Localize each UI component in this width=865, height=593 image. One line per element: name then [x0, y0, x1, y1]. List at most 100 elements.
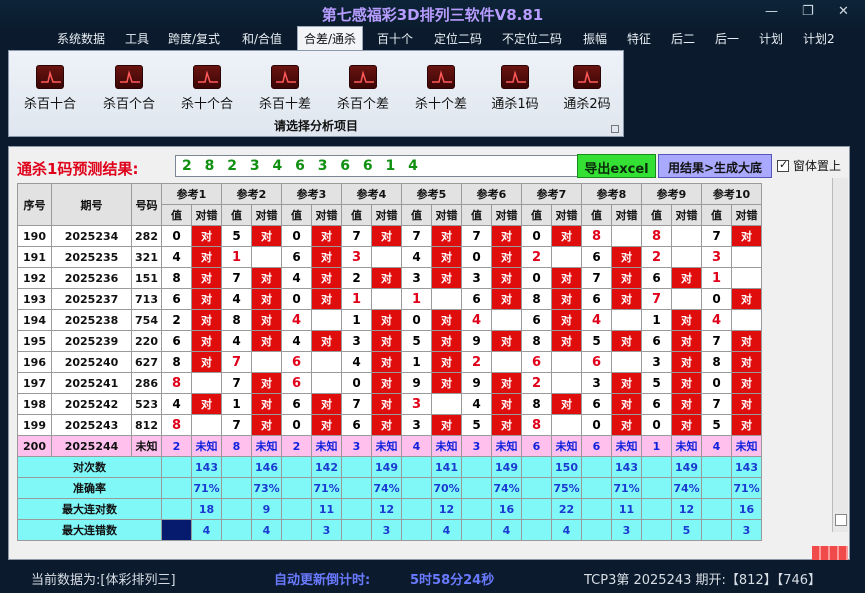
header-value: 值	[641, 204, 672, 226]
stats-value: 11	[611, 498, 642, 520]
kill-bai-ge-diff-button[interactable]: 杀百个差	[331, 65, 395, 112]
vertical-scrollbar[interactable]	[832, 178, 848, 532]
cell-value: 8	[521, 330, 552, 352]
cell-value: 0	[701, 372, 732, 394]
cell-value: 7	[221, 372, 252, 394]
export-excel-button[interactable]: 导出excel	[577, 154, 656, 178]
cell-value: 1	[641, 309, 672, 331]
stats-value: 5	[671, 519, 702, 541]
cell-miss	[431, 288, 462, 310]
kill-shi-ge-sum-button[interactable]: 杀十个合	[175, 65, 239, 112]
stats-spacer	[581, 498, 612, 520]
table-row[interactable]: 190 2025234 282 0 对 5 对 0 对 7 对 7 对 7 对 0 对 8 8 7 对	[17, 225, 762, 247]
table-row[interactable]: 195 2025239 220 6 对 4 对 4 对 3 对 5 对 9 对 8 对 5 对 6 对 7 对	[17, 330, 762, 352]
cell-value: 3	[401, 267, 432, 289]
menu-bai-shi-ge[interactable]: 百十个	[377, 30, 413, 47]
stats-value: 11	[311, 498, 342, 520]
cell-hit-badge: 对	[491, 393, 522, 415]
kill-bai-shi-diff-button[interactable]: 杀百十差	[253, 65, 317, 112]
minimize-icon[interactable]: —	[765, 4, 778, 19]
menu-fixed-two[interactable]: 定位二码	[434, 30, 482, 47]
current-row[interactable]: 200 2025244 未知 2 未知 8 未知 2 未知 3 未知 4 未知 3 未知 6 未知 6 未知 1 未知 4…	[17, 435, 762, 457]
menu-sum[interactable]: 和/合值	[242, 30, 282, 47]
menu-last-two[interactable]: 后二	[671, 30, 695, 47]
stats-value: 4	[251, 519, 282, 541]
scrollbar-thumb[interactable]	[835, 514, 847, 526]
menu-tools[interactable]: 工具	[125, 30, 149, 47]
row-code: 220	[131, 330, 162, 352]
cell-miss	[431, 393, 462, 415]
header-ref-4: 参考4	[341, 183, 402, 205]
kill-bai-shi-sum-button[interactable]: 杀百十合	[18, 65, 82, 112]
row-issue: 2025235	[51, 246, 132, 268]
stats-value: 70%	[431, 477, 462, 499]
header-result: 对错	[311, 204, 342, 226]
cell-value: 0	[281, 288, 312, 310]
kill-shi-ge-diff-button[interactable]: 杀十个差	[409, 65, 473, 112]
stats-value: 71%	[731, 477, 762, 499]
stats-value: 3	[611, 519, 642, 541]
cell-hit-badge: 对	[371, 267, 402, 289]
table-row[interactable]: 198 2025242 523 4 对 1 对 6 对 7 对 3 4 对 8 对 6 对 6 对 7 对	[17, 393, 762, 415]
stats-spacer	[341, 519, 372, 541]
cell-value: 2	[161, 309, 192, 331]
dialog-launcher-icon[interactable]	[611, 125, 619, 133]
table-row[interactable]: 192 2025236 151 8 对 7 对 4 对 2 对 3 对 3 对 0 对 7 对 6 对 1	[17, 267, 762, 289]
header-ref-10: 参考10	[701, 183, 762, 205]
table-row[interactable]: 194 2025238 754 2 对 8 对 4 1 对 0 对 4 6 对 4 1 对 4	[17, 309, 762, 331]
stats-spacer	[161, 456, 192, 478]
generate-base-button[interactable]: 用结果>生成大底	[658, 154, 772, 178]
row-seq: 192	[17, 267, 52, 289]
header-result: 对错	[731, 204, 762, 226]
menu-amplitude[interactable]: 振幅	[583, 30, 607, 47]
menu-plan[interactable]: 计划	[759, 30, 783, 47]
cell-value: 7	[341, 225, 372, 247]
stats-value: 74%	[671, 477, 702, 499]
table-row[interactable]: 197 2025241 286 8 7 对 6 0 对 9 对 9 对 2 3 对 5 对 0 对	[17, 372, 762, 394]
close-icon[interactable]: ✕	[838, 4, 849, 19]
kill-bai-ge-sum-button[interactable]: 杀百个合	[97, 65, 161, 112]
table-row[interactable]: 193 2025237 713 6 对 4 对 0 对 1 1 6 对 8 对 6 对 7 0 对	[17, 288, 762, 310]
cell-value: 2	[461, 351, 492, 373]
header-ref-8: 参考8	[581, 183, 642, 205]
row-issue: 2025234	[51, 225, 132, 247]
cell-miss	[251, 351, 282, 373]
menu-unfixed-two[interactable]: 不定位二码	[502, 30, 562, 47]
stats-value: 141	[431, 456, 462, 478]
cell-value: 4	[581, 309, 612, 331]
cell-value: 1	[341, 309, 372, 331]
cell-value: 6	[461, 288, 492, 310]
cell-value: 4	[461, 309, 492, 331]
cell-value: 1	[401, 351, 432, 373]
cell-hit-badge: 对	[431, 309, 462, 331]
row-code: 321	[131, 246, 162, 268]
stats-spacer	[701, 477, 732, 499]
cell-miss	[191, 372, 222, 394]
current-value: 4	[401, 435, 432, 457]
cell-hit-badge: 对	[671, 267, 702, 289]
menu-plan2[interactable]: 计划2	[803, 30, 835, 47]
window-topmost-checkbox[interactable]: 窗体置上	[777, 157, 841, 174]
prediction-result-field[interactable]: 2 8 2 3 4 6 3 6 6 1 4	[175, 155, 578, 177]
row-seq: 193	[17, 288, 52, 310]
cell-hit-badge: 对	[671, 372, 702, 394]
kill-one-code-button[interactable]: 通杀1码	[483, 65, 547, 112]
menu-feature[interactable]: 特征	[627, 30, 651, 47]
menu-span[interactable]: 跨度/复式	[168, 30, 220, 47]
kill-two-code-button[interactable]: 通杀2码	[555, 65, 619, 112]
stats-spacer	[341, 477, 372, 499]
table-row[interactable]: 199 2025243 812 8 7 对 0 对 6 对 3 对 5 对 8 0 对 0 对 5 对	[17, 414, 762, 436]
table-row[interactable]: 191 2025235 321 4 对 1 6 对 3 4 对 0 对 2 6 对 2 3	[17, 246, 762, 268]
cell-hit-badge: 对	[311, 393, 342, 415]
menu-last-one[interactable]: 后一	[715, 30, 739, 47]
stats-spacer	[461, 456, 492, 478]
stats-spacer	[581, 519, 612, 541]
menu-system-data[interactable]: 系统数据	[57, 30, 105, 47]
row-issue: 2025241	[51, 372, 132, 394]
stats-row: 准确率 71% 73% 71% 74% 70% 74% 75% 71% 74% 71%	[17, 477, 762, 499]
table-row[interactable]: 196 2025240 627 8 对 7 6 4 对 1 对 2 6 6 3 对 8 对	[17, 351, 762, 373]
menu-sum-diff-kill[interactable]: 合差/通杀	[297, 26, 364, 50]
stats-row: 最大连对数 18 9 11 12 12 16 22 11 12 16	[17, 498, 762, 520]
restore-icon[interactable]: ❐	[802, 4, 814, 19]
cell-value: 7	[221, 267, 252, 289]
